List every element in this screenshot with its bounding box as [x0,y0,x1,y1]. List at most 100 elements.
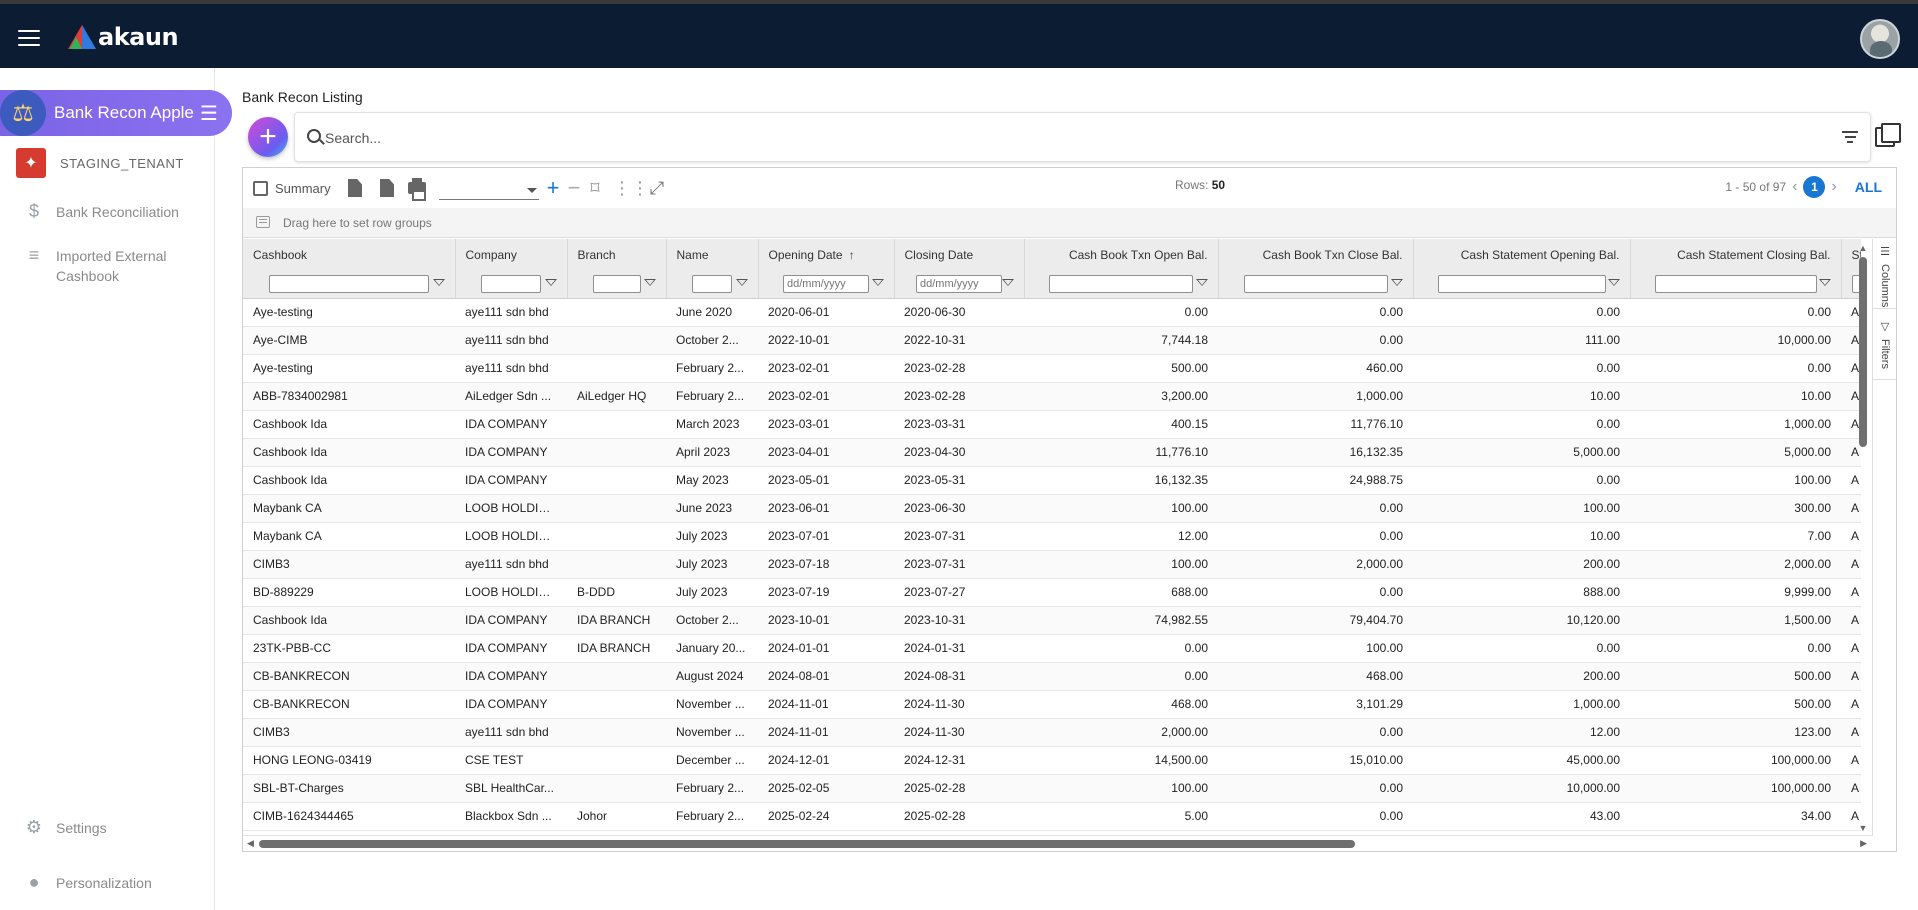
table-row[interactable]: BD-889229 LOOB HOLDIN... B-DDD July 2023 202… [243,578,1861,607]
remove-icon[interactable]: − [564,177,584,199]
filter-funnel-icon[interactable] [1390,279,1403,286]
column-header[interactable]: Cashbook [243,239,456,270]
text-filter-input[interactable] [1437,274,1606,293]
scroll-left-icon[interactable]: ◀ [247,838,254,849]
rows-per-page[interactable]: Rows: 50 [1175,178,1225,192]
table-row[interactable]: Cashbook Ida IDA COMPANY April 2023 2023-04… [243,438,1861,467]
table-row[interactable]: Aye-testing aye111 sdn bhd February 2... 20… [243,354,1861,383]
brand-logo[interactable]: akaun [68,23,179,51]
table-row[interactable]: Maybank CA LOOB HOLDIN... June 2023 2023-06… [243,494,1861,523]
sidebar-item-bank-reconciliation[interactable]: $ Bank Reconciliation [24,202,196,222]
export-pdf-icon[interactable] [345,178,365,198]
column-header[interactable]: Branch [567,239,667,270]
tenant-selector[interactable]: ✦ STAGING_TENANT [16,148,184,178]
column-header[interactable]: Cash Book Txn Close Bal. [1218,239,1414,270]
bookmark-icon[interactable]: ⌑ [585,178,605,198]
scroll-down-icon[interactable]: ▼ [1858,823,1868,833]
text-filter-input[interactable] [592,274,641,293]
table-row[interactable]: CIMB-1624344465 Blackbox Sdn ... Johor Febr… [243,802,1861,831]
app-switcher[interactable]: ⚖ Bank Recon Apple ☰ [0,90,232,136]
column-header[interactable]: Company [455,239,568,270]
column-header[interactable]: Cash Statement Closing Bal. [1630,239,1842,270]
table-row[interactable]: CIMB3 aye111 sdn bhd November ... 2024-11-0… [243,718,1861,747]
table-row[interactable]: CB-BANKRECON IDA COMPANY August 2024 2024-0… [243,662,1861,691]
sidebar-item-personalization[interactable]: ● Personalization [24,873,196,893]
text-filter-input[interactable] [692,274,732,293]
filter-list-icon[interactable] [1842,131,1858,145]
filter-funnel-icon[interactable] [735,279,748,286]
table-row[interactable]: CIMB3 aye111 sdn bhd July 2023 2023-07-18 20… [243,550,1861,579]
table-cell: Maybank CA [243,494,455,523]
text-filter-input[interactable] [1243,274,1388,293]
library-books-icon[interactable] [1875,123,1901,147]
grid-select-icon[interactable]: ⋮⋮ [613,178,649,198]
view-select[interactable] [439,180,539,200]
sort-ascending-icon[interactable]: ↑ [849,248,855,262]
collapse-menu-icon[interactable]: ☰ [200,101,218,126]
vertical-scrollbar[interactable]: ▲ ▼ [1858,243,1868,833]
table-row[interactable]: ABB-7834002981 AiLedger Sdn ... AiLedger H… [243,382,1861,411]
column-header[interactable]: Closing Date [894,239,1025,270]
table-row[interactable]: HONG LEONG-03419 CSE TEST December ... 2024… [243,746,1861,775]
table-cell [567,662,666,691]
table-cell: 100.00 [1024,550,1218,579]
date-filter-input[interactable] [783,274,869,293]
scroll-up-icon[interactable]: ▲ [1858,243,1868,253]
add-button[interactable]: + [248,117,288,157]
filter-funnel-icon[interactable] [643,279,656,286]
filter-funnel-icon[interactable] [871,279,884,286]
filter-funnel-icon[interactable] [1818,279,1831,286]
export-document-icon[interactable] [377,178,397,198]
horizontal-scrollbar[interactable]: ◀ ▶ [243,835,1873,851]
columns-tool-panel-tab[interactable]: ☰ Columns [1873,239,1896,309]
table-row[interactable]: Cashbook Ida IDA COMPANY IDA BRANCH October… [243,606,1861,635]
vertical-scroll-thumb[interactable] [1859,257,1867,447]
row-group-panel[interactable]: Drag here to set row groups [243,208,1896,238]
filter-funnel-icon[interactable] [544,279,557,286]
text-filter-input[interactable] [481,274,541,293]
print-icon[interactable] [407,178,427,201]
table-row[interactable]: 23TK-PBB-CC IDA COMPANY IDA BRANCH January … [243,634,1861,663]
search-input[interactable] [325,127,1805,149]
chevron-right-icon[interactable]: › [1831,178,1836,196]
table-row[interactable]: SBL-BT-Charges SBL HealthCar... February 2… [243,774,1861,803]
text-filter-input[interactable] [268,274,429,293]
table-row[interactable]: Aye-testing aye111 sdn bhd June 2020 2020-0… [243,298,1861,327]
date-filter-input[interactable] [916,274,1002,293]
filter-funnel-icon[interactable] [1001,279,1014,286]
table-row[interactable]: Cashbook Ida IDA COMPANY March 2023 2023-03… [243,410,1861,439]
show-all-button[interactable]: ALL [1855,179,1882,195]
filter-funnel-icon[interactable] [1607,279,1620,286]
sidebar-item-settings[interactable]: ⚙ Settings [24,818,196,838]
table-cell: 2023-04-01 [758,438,894,467]
table-row[interactable]: Maybank CA LOOB HOLDIN... July 2023 2023-07… [243,522,1861,551]
text-filter-input[interactable] [1654,274,1817,293]
filters-tool-panel-tab[interactable]: ▽ Filters [1873,314,1896,380]
add-icon[interactable]: + [543,177,563,199]
fullscreen-icon[interactable]: ⤢ [647,178,667,198]
table-cell: 2025-02-28 [894,802,1024,831]
column-header[interactable]: Cash Statement Opening Bal. [1413,239,1631,270]
scroll-right-icon[interactable]: ▶ [1860,838,1867,849]
horizontal-scroll-thumb[interactable] [259,840,1355,848]
column-header[interactable]: Opening Date ↑ [758,239,895,270]
table-cell: November ... [666,718,758,747]
top-app-bar: akaun [0,0,1918,68]
table-row[interactable]: Aye-CIMB aye111 sdn bhd October 2... 2022-1… [243,326,1861,355]
column-header[interactable]: Name [666,239,759,270]
table-cell: CIMB3 [243,550,455,579]
sidebar-item-imported-external-cashbook[interactable]: ≡ Imported External Cashbook [24,246,196,286]
table-row[interactable]: Cashbook Ida IDA COMPANY May 2023 2023-05-0… [243,466,1861,495]
filter-funnel-icon[interactable] [1195,279,1208,286]
table-row[interactable]: CB-BANKRECON IDA COMPANY November ... 2024-… [243,690,1861,719]
page-number[interactable]: 1 [1803,176,1826,198]
user-avatar[interactable] [1860,19,1900,59]
menu-icon[interactable] [18,30,40,46]
filter-funnel-icon[interactable] [432,279,445,286]
table-cell: 100.00 [1413,494,1630,523]
column-header[interactable]: Cash Book Txn Open Bal. [1024,239,1219,270]
text-filter-input[interactable] [1049,274,1193,293]
table-cell: 0.00 [1218,494,1413,523]
summary-checkbox[interactable] [253,181,268,196]
chevron-left-icon[interactable]: ‹ [1792,178,1797,196]
